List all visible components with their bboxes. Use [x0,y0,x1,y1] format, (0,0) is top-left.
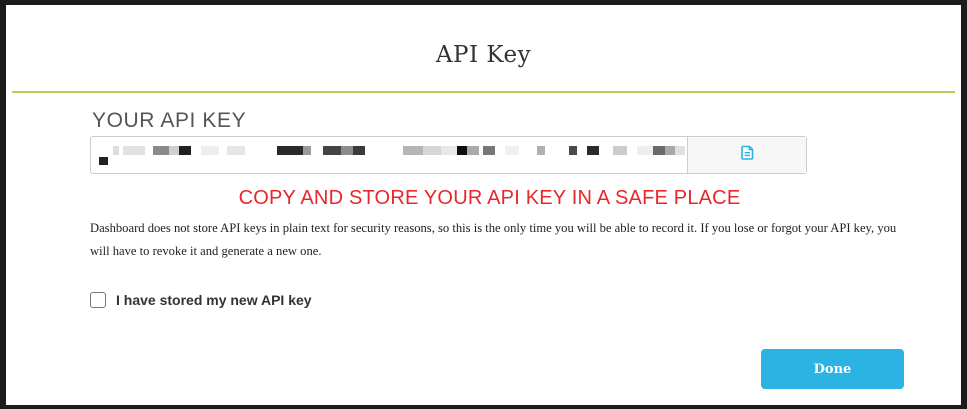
done-button[interactable]: Done [761,349,904,389]
stored-key-checkbox[interactable] [90,292,106,308]
stored-key-confirmation[interactable]: I have stored my new API key [90,292,312,308]
api-key-field[interactable] [91,137,688,173]
copy-icon [740,145,754,165]
security-explanation: Dashboard does not store API keys in pla… [90,221,897,258]
copy-button[interactable] [688,137,806,173]
modal-dialog: API Key YOUR API KEY COPY AND STORE YOUR… [0,0,967,409]
modal-header: API Key [12,10,955,93]
stored-key-checkbox-label[interactable]: I have stored my new API key [116,292,312,308]
modal-title: API Key [435,41,532,68]
api-key-label: YOUR API KEY [92,109,247,132]
api-key-input-group [90,136,807,174]
store-key-warning: COPY AND STORE YOUR API KEY IN A SAFE PL… [238,187,741,209]
